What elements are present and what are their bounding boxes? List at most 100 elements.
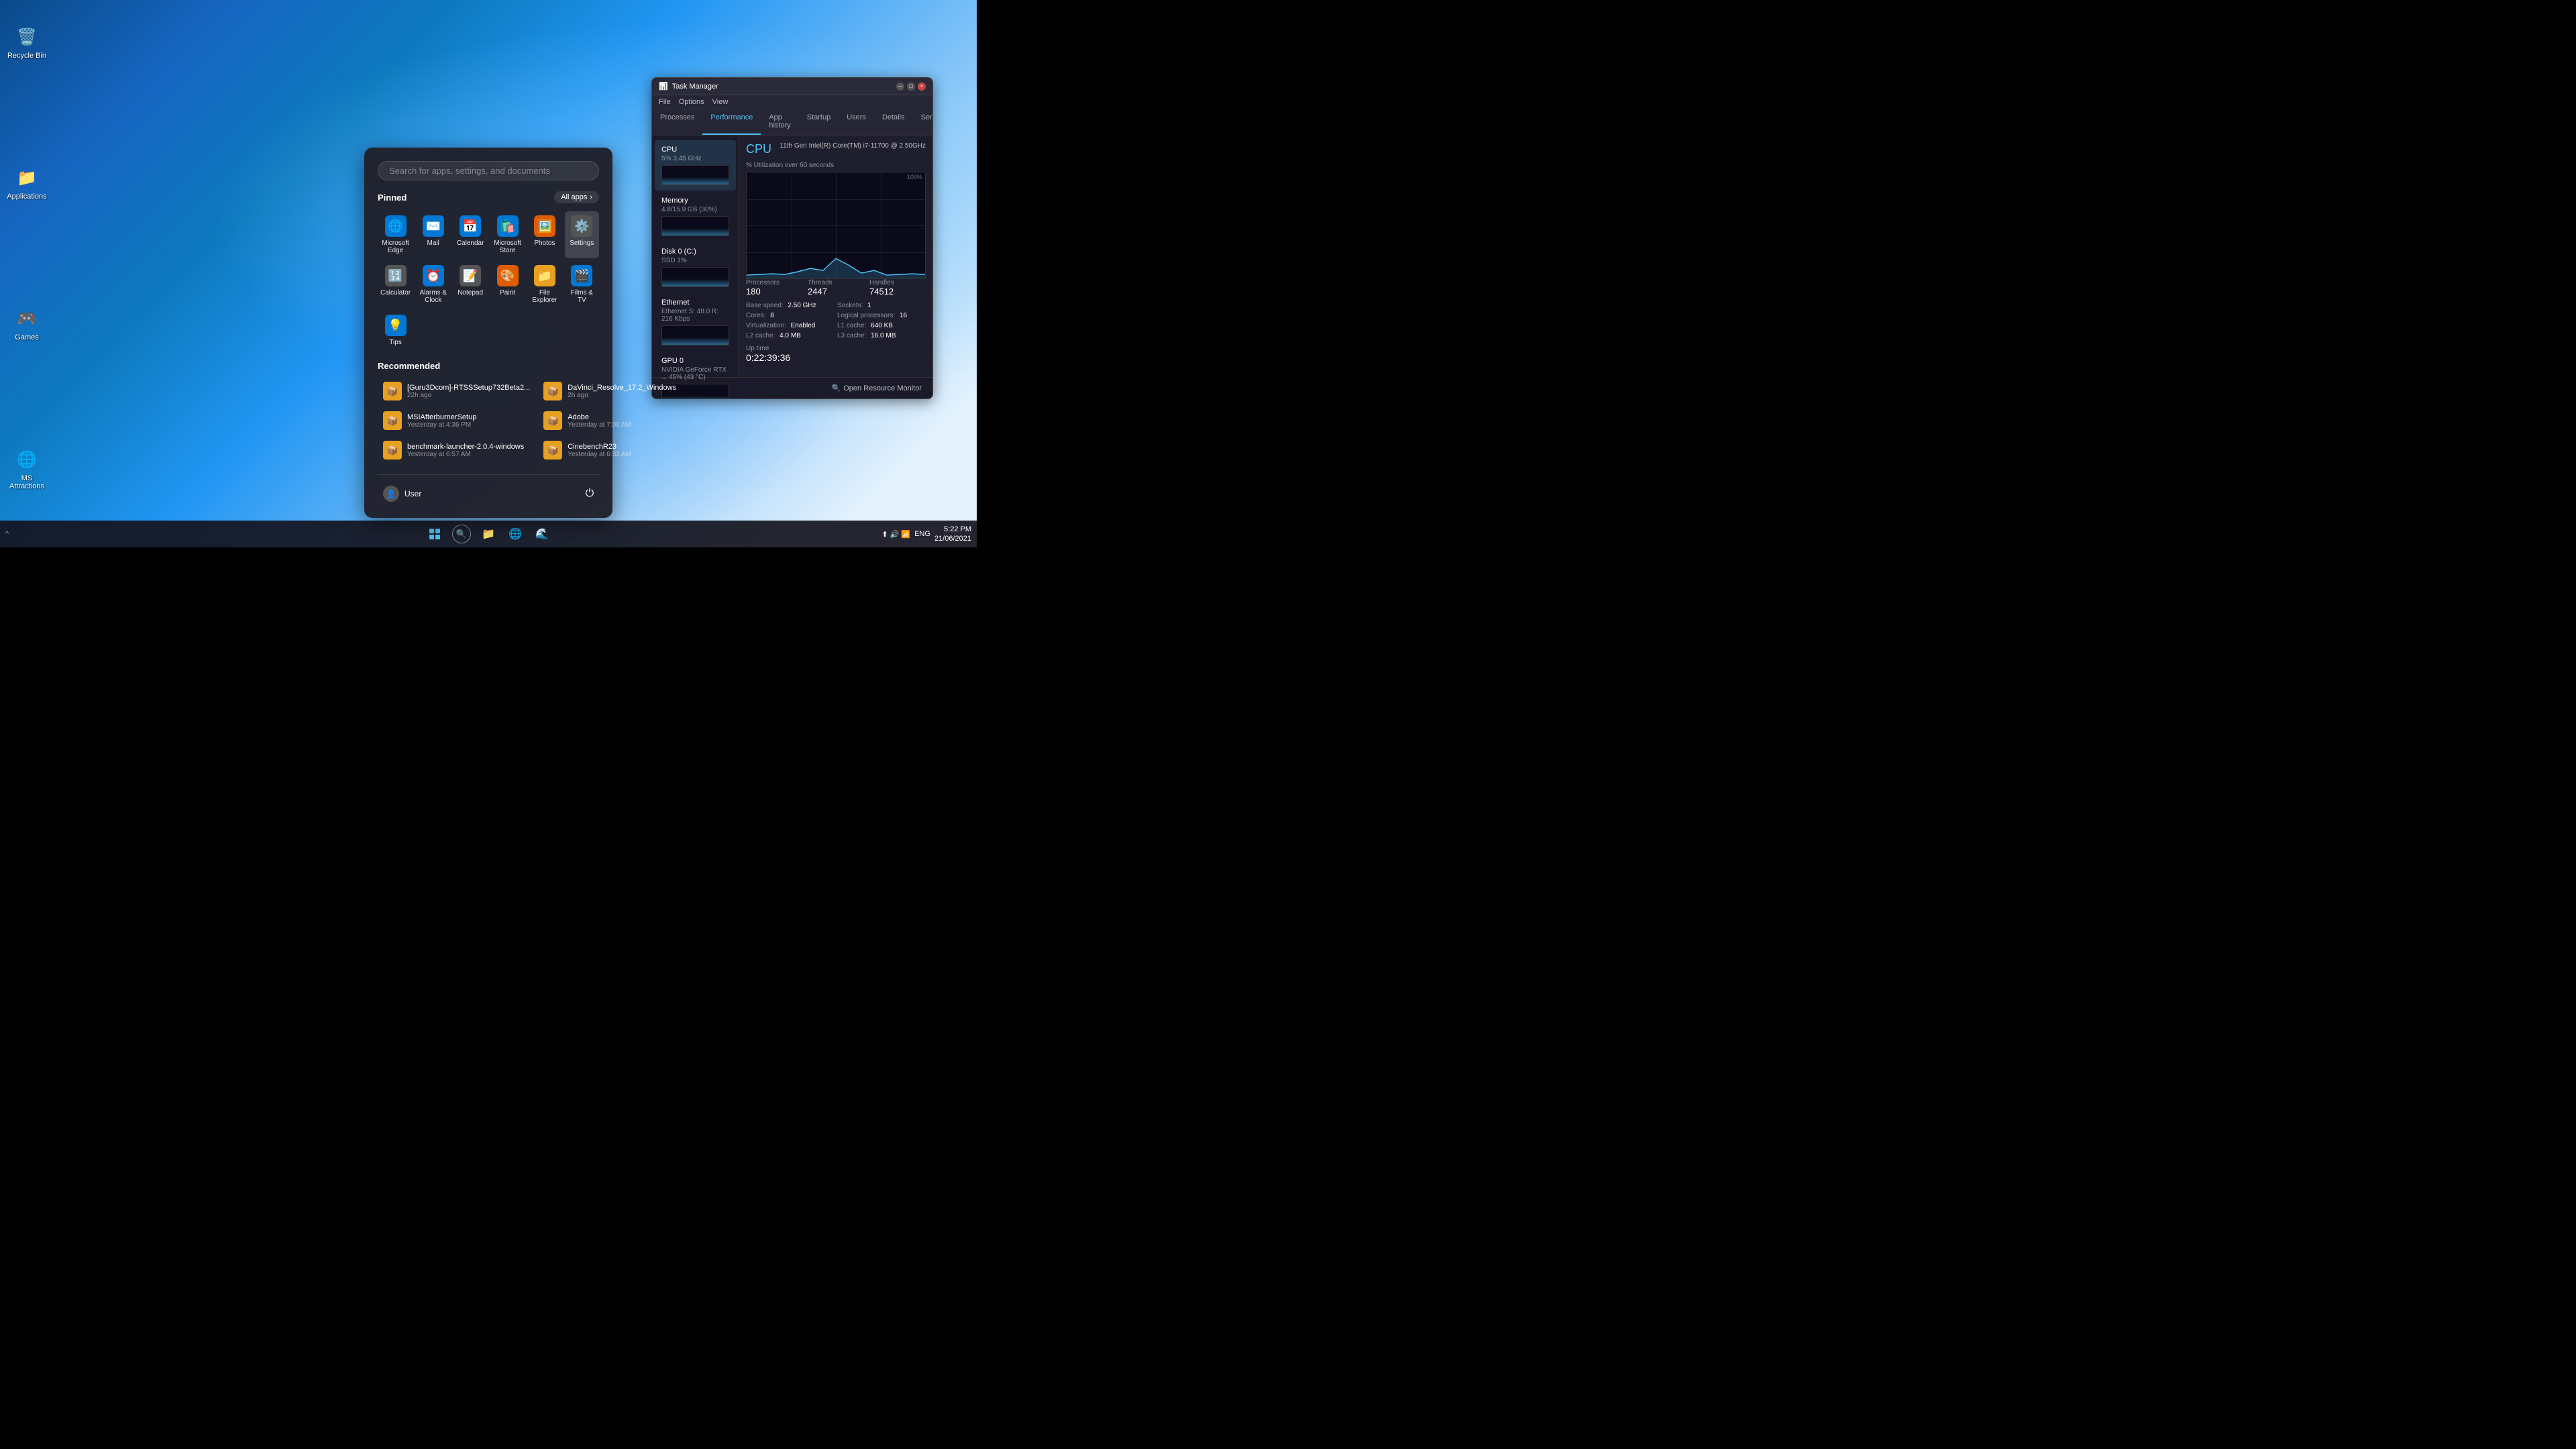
tm-tabs: ProcessesPerformanceApp historyStartupUs… — [652, 109, 932, 136]
desktop-icon-recycle-bin[interactable]: 🗑️ Recycle Bin — [3, 22, 51, 62]
tm-stat-utilization: Processors 180 — [746, 279, 802, 297]
desktop-icon-ms-attractions[interactable]: 🌐 MS Attractions — [3, 445, 51, 493]
power-button[interactable]: ⏻ — [580, 484, 599, 503]
desktop-icon-applications[interactable]: 📁 Applications — [3, 163, 51, 203]
pinned-app-paint[interactable]: 🎨 Paint — [490, 261, 525, 308]
tm-titlebar: 📊 Task Manager ─ □ × — [652, 78, 932, 95]
tm-tab-app-history[interactable]: App history — [761, 109, 798, 135]
tm-title: 📊 Task Manager — [659, 82, 718, 91]
start-button[interactable] — [423, 522, 447, 546]
pinned-app-calendar[interactable]: 📅 Calendar — [453, 211, 487, 258]
Memory-sidebar-val: 4.8/15.9 GB (30%) — [661, 206, 729, 213]
tm-tab-details[interactable]: Details — [874, 109, 913, 135]
rec-item-cinebench[interactable]: 📦 CinebenchR23 Yesterday at 6:33 AM — [538, 437, 682, 464]
tm-menu-file[interactable]: File — [659, 98, 671, 106]
CPU-sidebar-val: 5% 3.45 GHz — [661, 155, 729, 162]
guru3d-name: [Guru3Dcom]-RTSSSetup732Beta2... — [407, 384, 530, 392]
uptime-label: Up time — [746, 345, 926, 352]
start-search-input[interactable] — [378, 161, 599, 180]
adobe-info: Adobe Yesterday at 7:00 AM — [568, 413, 631, 429]
logical-value: 16 — [900, 312, 907, 319]
tm-tab-processes[interactable]: Processes — [652, 109, 702, 135]
current-time: 5:22 PM — [934, 525, 971, 534]
base-speed-value: 2.50 GHz — [788, 302, 816, 309]
settings-name: Settings — [570, 239, 594, 247]
clock[interactable]: 5:22 PM 21/06/2021 — [934, 525, 971, 544]
calendar-icon: 📅 — [460, 215, 481, 237]
tm-menu-options[interactable]: Options — [679, 98, 704, 106]
taskbar-chrome-button[interactable]: 🌐 — [503, 522, 527, 546]
search-button[interactable]: 🔍 — [449, 522, 474, 546]
recommended-section: Recommended 📦 [Guru3Dcom]-RTSSSetup732Be… — [378, 361, 599, 464]
desktop-icon-games[interactable]: 🎮 Games — [3, 304, 51, 344]
open-resource-monitor-label: Open Resource Monitor — [843, 384, 922, 392]
l1-label: L1 cache: — [837, 322, 866, 329]
rec-item-adobe[interactable]: 📦 Adobe Yesterday at 7:00 AM — [538, 407, 682, 434]
tm-tab-services[interactable]: Services — [913, 109, 933, 135]
rec-item-guru3d[interactable]: 📦 [Guru3Dcom]-RTSSSetup732Beta2... 22h a… — [378, 378, 535, 405]
tm-close-button[interactable]: × — [918, 83, 926, 91]
rec-item-davinci[interactable]: 📦 DaVinci_Resolve_17.2_Windows 2h ago — [538, 378, 682, 405]
Memory-mini-graph — [661, 216, 729, 236]
pinned-app-notepad[interactable]: 📝 Notepad — [453, 261, 487, 308]
pinned-app-alarms[interactable]: ⏰ Alarms & Clock — [416, 261, 450, 308]
tm-tab-startup[interactable]: Startup — [799, 109, 839, 135]
tm-sidebar-cpu[interactable]: CPU 5% 3.45 GHz — [655, 140, 736, 191]
processors-value: 180 — [746, 286, 802, 297]
virt-value: Enabled — [791, 322, 816, 329]
pinned-label: Pinned — [378, 193, 407, 203]
pinned-grid: 🌐 Microsoft Edge ✉️ Mail 📅 Calendar 🛍️ M… — [378, 211, 599, 350]
cores-value: 8 — [770, 312, 774, 319]
all-apps-label: All apps — [561, 193, 587, 201]
GPU 0-sidebar-name: GPU 0 — [661, 357, 729, 365]
l2-label: L2 cache: — [746, 332, 775, 339]
tm-tab-performance[interactable]: Performance — [702, 109, 761, 135]
pinned-app-films[interactable]: 🎬 Films & TV — [565, 261, 599, 308]
pinned-app-settings[interactable]: ⚙️ Settings — [565, 211, 599, 258]
recycle-bin-icon: 🗑️ — [15, 25, 39, 49]
tips-name: Tips — [389, 339, 402, 346]
rec-item-msi[interactable]: 📦 MSIAfterburnerSetup Yesterday at 4:36 … — [378, 407, 535, 434]
l3-value: 16.0 MB — [871, 332, 896, 339]
adobe-name: Adobe — [568, 413, 631, 421]
photos-icon: 🖼️ — [534, 215, 555, 237]
tm-maximize-button[interactable]: □ — [907, 83, 915, 91]
tm-l3-row: L3 cache: 16.0 MB — [837, 332, 926, 339]
taskbar-edge-button[interactable]: 🌊 — [530, 522, 554, 546]
all-apps-button[interactable]: All apps › — [554, 191, 599, 203]
tm-minimize-button[interactable]: ─ — [896, 83, 904, 91]
tm-l2-row: L2 cache: 4.0 MB — [746, 332, 835, 339]
open-resource-monitor-button[interactable]: 🔍 Open Resource Monitor — [828, 382, 926, 394]
tm-menu-view[interactable]: View — [712, 98, 729, 106]
alarms-icon: ⏰ — [423, 265, 444, 286]
CPU-sidebar-name: CPU — [661, 146, 729, 154]
cpu-utilization-graph: 100% — [746, 172, 926, 279]
tips-icon: 💡 — [385, 315, 407, 336]
tm-sidebar-ethernet[interactable]: Ethernet Ethernet S: 48.0 R: 216 Kbps — [655, 293, 736, 351]
pinned-app-mail[interactable]: ✉️ Mail — [416, 211, 450, 258]
tm-cpu-header: CPU 11th Gen Intel(R) Core(TM) i7-11700 … — [746, 142, 926, 156]
tm-sidebar-memory[interactable]: Memory 4.8/15.9 GB (30%) — [655, 191, 736, 241]
task-manager: 📊 Task Manager ─ □ × File Options View P… — [651, 77, 933, 399]
pinned-app-ms-store[interactable]: 🛍️ Microsoft Store — [490, 211, 525, 258]
tm-sidebar: CPU 5% 3.45 GHz Memory 4.8/15.9 GB (30%)… — [652, 136, 739, 377]
ms-attractions-label: MS Attractions — [5, 474, 48, 490]
tm-tab-users[interactable]: Users — [839, 109, 874, 135]
sockets-value: 1 — [867, 302, 871, 309]
tm-sidebar-disk-0-(c:)[interactable]: Disk 0 (C:) SSD 1% — [655, 242, 736, 292]
msi-info: MSIAfterburnerSetup Yesterday at 4:36 PM — [407, 413, 476, 429]
edge-icon: 🌐 — [385, 215, 407, 237]
davinci-info: DaVinci_Resolve_17.2_Windows 2h ago — [568, 384, 676, 399]
tm-icon: 📊 — [659, 82, 668, 91]
user-button[interactable]: 👤 User — [378, 483, 427, 504]
rec-item-benchmark[interactable]: 📦 benchmark-launcher-2.0.4-windows Yeste… — [378, 437, 535, 464]
taskbar-file-explorer-button[interactable]: 📁 — [476, 522, 500, 546]
cinebench-info: CinebenchR23 Yesterday at 6:33 AM — [568, 443, 631, 458]
pinned-app-photos[interactable]: 🖼️ Photos — [527, 211, 561, 258]
pinned-app-edge[interactable]: 🌐 Microsoft Edge — [378, 211, 413, 258]
pinned-app-file-explorer[interactable]: 📁 File Explorer — [527, 261, 561, 308]
msi-time: Yesterday at 4:36 PM — [407, 421, 476, 429]
pinned-app-tips[interactable]: 💡 Tips — [378, 311, 413, 350]
pinned-app-calculator[interactable]: 🔢 Calculator — [378, 261, 413, 308]
tm-virt-row: Virtualization: Enabled — [746, 322, 835, 329]
